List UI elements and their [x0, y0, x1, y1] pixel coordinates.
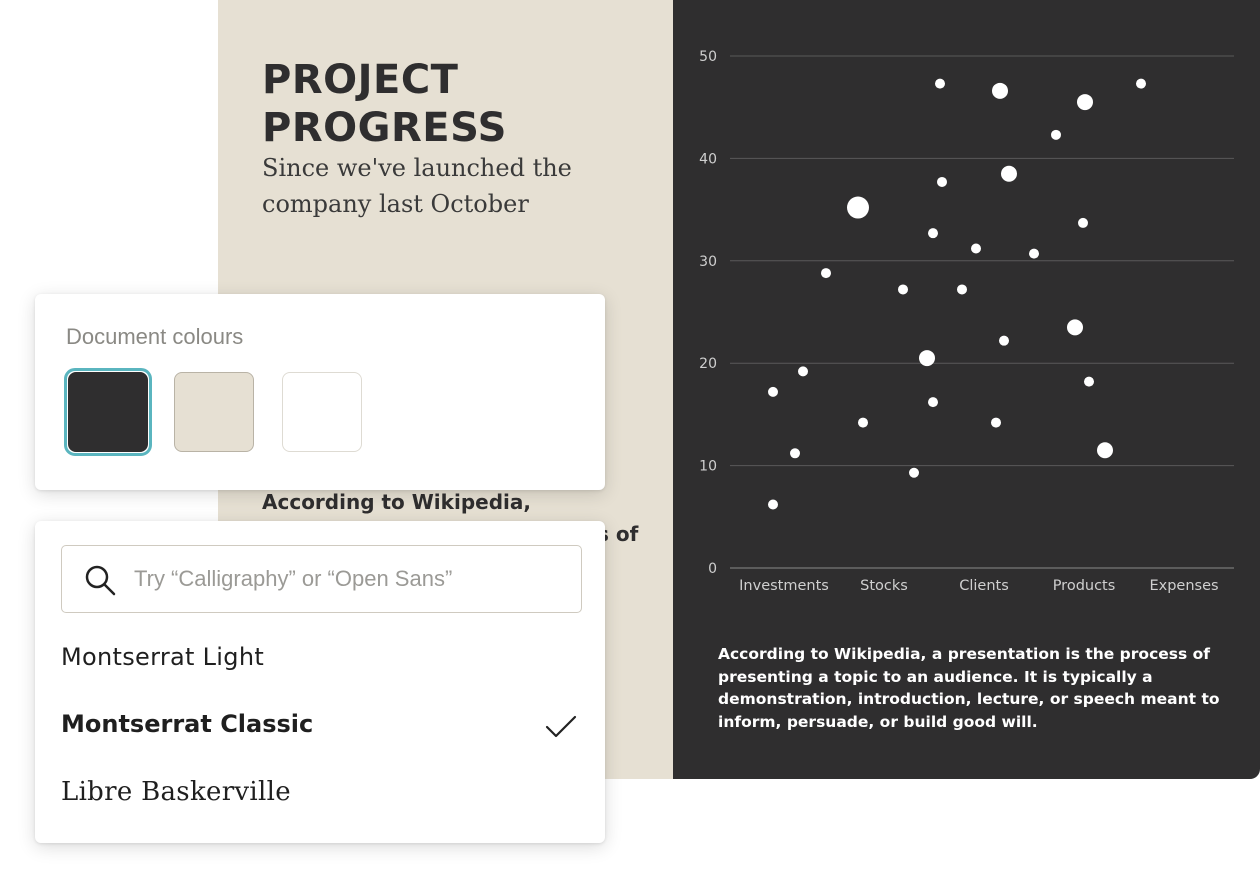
x-tick-label: Clients [959, 578, 1009, 594]
scatter-point [935, 78, 945, 89]
y-tick-label: 20 [699, 356, 717, 372]
font-option-label: Montserrat Classic [61, 710, 314, 738]
scatter-point [1001, 165, 1017, 182]
scatter-point [937, 176, 947, 187]
slide-title-line-1: PROJECT [262, 57, 459, 103]
scatter-point [847, 196, 869, 219]
scatter-point [768, 386, 778, 397]
document-colours-title: Document colours [66, 324, 244, 349]
y-tick-label: 0 [708, 561, 717, 577]
scatter-point [928, 397, 938, 408]
scatter-point [1029, 248, 1039, 259]
y-tick-label: 40 [699, 151, 717, 167]
font-option-label: Libre Baskerville [61, 777, 291, 807]
scatter-point [1077, 94, 1093, 111]
scatter-point [1067, 319, 1083, 336]
slide-title: PROJECT PROGRESS [262, 56, 507, 152]
document-colours-panel: Document colours [35, 294, 605, 490]
chart-caption: According to Wikipedia, a presentation i… [718, 645, 1220, 731]
slide-subtitle: Since we've launched the company last Oc… [262, 150, 662, 222]
check-icon [545, 715, 577, 738]
x-tick-label: Investments [739, 578, 829, 594]
scatter-point [928, 228, 938, 239]
colour-swatch-white[interactable] [282, 372, 362, 452]
font-picker-panel: Montserrat Light Montserrat Classic Libr… [35, 521, 605, 843]
x-tick-label: Expenses [1149, 578, 1218, 594]
scatter-point [1078, 217, 1088, 228]
slide-subtitle-line-1: Since we've launched the [262, 154, 572, 182]
slide-subtitle-line-2: company last October [262, 190, 529, 218]
font-option-montserrat-classic[interactable]: Montserrat Classic [61, 702, 581, 752]
scatter-point [957, 284, 967, 295]
scatter-point [992, 82, 1008, 99]
font-search-box[interactable] [61, 545, 582, 613]
scatter-chart: 0 10 20 30 40 50 Investments Stocks Clients Produ… [699, 49, 1234, 594]
scatter-point [971, 243, 981, 254]
font-option-label: Montserrat Light [61, 643, 265, 671]
colour-swatch-beige[interactable] [174, 372, 254, 452]
scatter-point [1097, 442, 1113, 459]
font-option-libre-baskerville[interactable]: Libre Baskerville [61, 769, 581, 819]
scatter-point [1051, 129, 1061, 140]
scatter-point [821, 268, 831, 279]
scatter-point [909, 467, 919, 478]
slide-body-text: According to Wikipedia, [262, 490, 531, 514]
scatter-point [858, 417, 868, 428]
x-tick-label: Products [1053, 578, 1116, 594]
scatter-point [790, 448, 800, 459]
font-option-montserrat-light[interactable]: Montserrat Light [61, 635, 581, 685]
scatter-point [991, 417, 1001, 428]
scatter-point [1136, 78, 1146, 89]
y-tick-label: 50 [699, 49, 717, 65]
scatter-point [898, 284, 908, 295]
y-tick-label: 30 [699, 254, 717, 270]
scatter-point [798, 366, 808, 377]
font-search-input[interactable] [134, 560, 554, 598]
y-tick-label: 10 [699, 459, 717, 475]
slide-title-line-2: PROGRESS [262, 105, 507, 151]
scatter-point [999, 335, 1009, 346]
search-icon [85, 565, 116, 596]
scatter-point [768, 499, 778, 510]
x-tick-label: Stocks [860, 578, 908, 594]
colour-swatch-dark[interactable] [68, 372, 148, 452]
scatter-point [919, 350, 935, 367]
scatter-point [1084, 376, 1094, 387]
